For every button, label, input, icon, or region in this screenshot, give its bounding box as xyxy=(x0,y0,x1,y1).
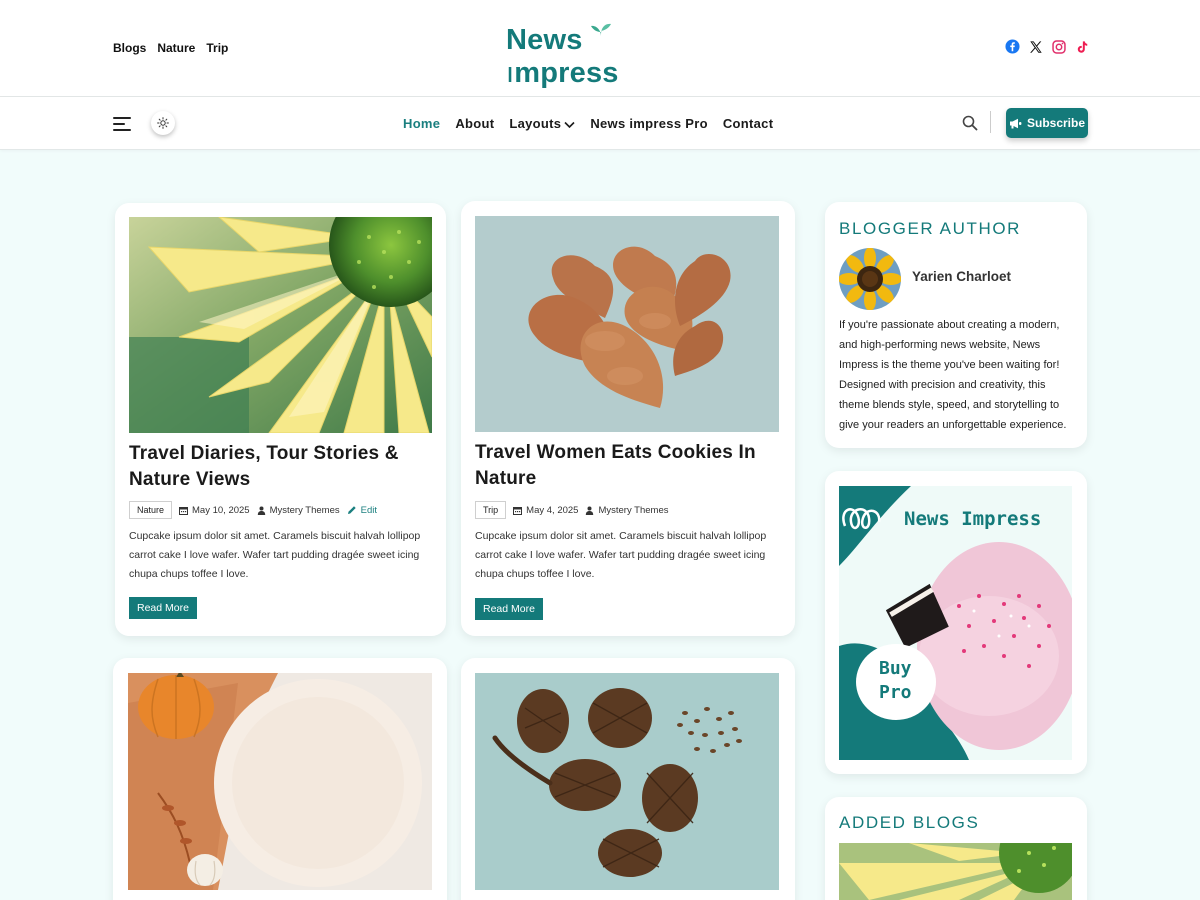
post-excerpt: Cupcake ipsum dolor sit amet. Caramels b… xyxy=(129,530,421,580)
post-author[interactable]: Mystery Themes xyxy=(257,505,340,516)
promo-title: News Impress xyxy=(904,508,1042,530)
nav-divider xyxy=(990,111,991,133)
post-title[interactable]: Travel Women Eats Cookies In Nature xyxy=(475,440,775,492)
pencil-icon xyxy=(347,506,356,514)
logo-text-right: mpress xyxy=(514,57,619,89)
post-category-tag[interactable]: Trip xyxy=(475,501,507,519)
subscribe-label: Subscribe xyxy=(1026,116,1086,130)
promo-pro-text: Pro xyxy=(879,682,912,703)
post-thumbnail-pinecones[interactable] xyxy=(475,673,779,890)
read-more-button[interactable]: Read More xyxy=(475,598,543,620)
leaf-logo-icon xyxy=(591,23,611,36)
post-category-tag[interactable]: Nature xyxy=(129,501,173,519)
search-icon[interactable] xyxy=(962,115,978,131)
post-edit-text: Edit xyxy=(360,504,378,516)
subscribe-button[interactable]: Subscribe xyxy=(1006,108,1088,138)
instagram-icon[interactable] xyxy=(1051,39,1066,54)
avatar[interactable] xyxy=(839,248,901,310)
post-thumbnail-plate[interactable] xyxy=(128,673,432,890)
nav-item-about[interactable]: About xyxy=(455,116,494,131)
post-meta: Trip May 4, 2025 Mystery Themes xyxy=(475,501,669,519)
post-meta: Nature May 10, 2025 Mystery Themes Edit xyxy=(129,501,377,519)
post-date: May 10, 2025 xyxy=(179,505,250,516)
nav-item-news-impress-pro[interactable]: News impress Pro xyxy=(590,116,708,131)
read-more-button[interactable]: Read More xyxy=(129,597,197,619)
nav-item-home[interactable]: Home xyxy=(403,116,440,131)
user-icon xyxy=(586,506,594,515)
post-author[interactable]: Mystery Themes xyxy=(585,504,669,516)
promo-buy-text: Buy xyxy=(879,658,912,679)
post-date-text: May 4, 2025 xyxy=(526,504,579,516)
promo-banner[interactable]: News Impress Buy Pro xyxy=(839,486,1072,760)
top-links: Blogs Nature Trip xyxy=(113,41,228,55)
nav-item-layouts[interactable]: Layouts xyxy=(509,116,575,131)
post-thumbnail-cookies[interactable] xyxy=(475,216,779,432)
post-date: May 4, 2025 xyxy=(513,505,578,516)
menu-icon[interactable] xyxy=(113,117,131,131)
author-widget-heading: BLOGGER AUTHOR xyxy=(839,219,1022,238)
sun-icon[interactable] xyxy=(151,111,175,135)
site-logo[interactable]: Newsımpress xyxy=(506,23,696,89)
post-author-text: Mystery Themes xyxy=(598,504,669,516)
top-link-trip[interactable]: Trip xyxy=(206,41,228,55)
added-blogs-heading: ADDED BLOGS xyxy=(839,813,980,832)
author-bio: If you're passionate about creating a mo… xyxy=(839,319,1067,431)
tiktok-icon[interactable] xyxy=(1074,39,1089,54)
nav-item-layouts-label: Layouts xyxy=(509,116,562,131)
user-icon xyxy=(257,506,265,515)
chevron-down-icon xyxy=(564,121,575,128)
social-links xyxy=(1005,39,1089,54)
calendar-icon xyxy=(513,506,523,515)
nav-item-contact[interactable]: Contact xyxy=(723,116,774,131)
site-header: Blogs Nature Trip Newsımpress xyxy=(0,0,1200,97)
author-name: Yarien Charloet xyxy=(912,269,1012,284)
facebook-icon[interactable] xyxy=(1005,39,1020,54)
megaphone-icon xyxy=(1009,118,1022,128)
logo-text-left: News xyxy=(506,24,583,56)
post-author-text: Mystery Themes xyxy=(269,504,340,516)
primary-menu: Home About Layouts News impress Pro Cont… xyxy=(403,116,773,131)
added-blog-thumbnail[interactable] xyxy=(839,843,1072,900)
post-thumbnail-sunflower[interactable] xyxy=(129,217,432,433)
top-link-nature[interactable]: Nature xyxy=(157,41,195,55)
post-excerpt: Cupcake ipsum dolor sit amet. Caramels b… xyxy=(475,530,767,580)
x-icon[interactable] xyxy=(1028,39,1043,54)
top-link-blogs[interactable]: Blogs xyxy=(113,41,146,55)
post-edit-link[interactable]: Edit xyxy=(347,505,377,516)
post-date-text: May 10, 2025 xyxy=(192,504,250,516)
post-title[interactable]: Travel Diaries, Tour Stories & Nature Vi… xyxy=(129,441,429,493)
calendar-icon xyxy=(179,506,189,515)
